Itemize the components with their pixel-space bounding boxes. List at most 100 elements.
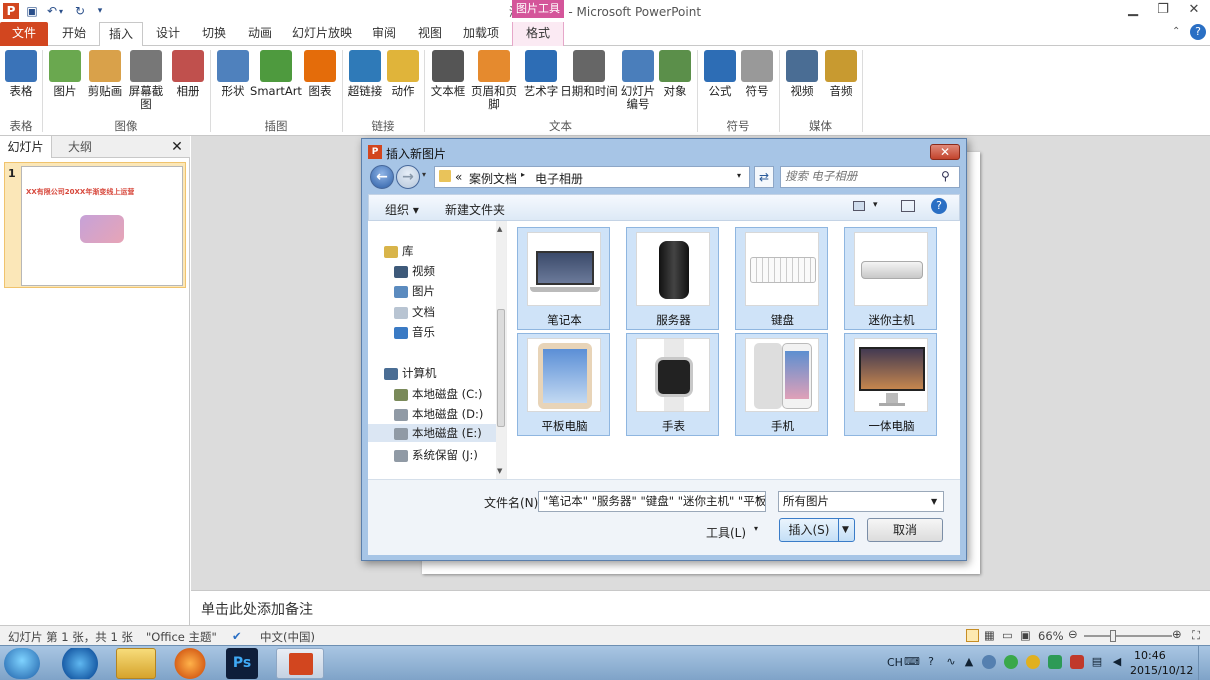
tab-animations[interactable]: 动画 bbox=[238, 22, 282, 46]
slide-thumbnail[interactable]: 1 XX有限公司20XX年渐变线上运营 bbox=[4, 162, 186, 288]
tools-menu[interactable]: 工具(L) bbox=[706, 524, 746, 541]
powerpoint-icon[interactable] bbox=[276, 648, 324, 679]
help-icon[interactable]: ? bbox=[1190, 24, 1206, 40]
ribbon-button-chart[interactable]: 图表 bbox=[300, 48, 340, 98]
file-type-select[interactable]: 所有图片 ▼ bbox=[778, 491, 944, 512]
ribbon-button-header-footer[interactable]: 页眉和页脚 bbox=[466, 48, 522, 111]
show-hidden-icon[interactable]: ▲ bbox=[962, 655, 976, 669]
help-tray-icon[interactable]: ? bbox=[924, 655, 938, 669]
restore-icon[interactable]: ❐ bbox=[1150, 2, 1176, 20]
photoshop-icon[interactable]: Ps bbox=[226, 648, 258, 679]
start-orb-icon[interactable] bbox=[4, 648, 40, 679]
scroll-down-icon[interactable]: ▼ bbox=[497, 467, 502, 475]
ribbon-button-hyperlink[interactable]: 超链接 bbox=[344, 48, 386, 98]
scroll-thumb[interactable] bbox=[497, 309, 505, 427]
tree-item[interactable]: 图片 bbox=[394, 283, 435, 299]
file-tile[interactable]: 平板电脑 bbox=[517, 333, 610, 436]
file-tile[interactable]: 一体电脑 bbox=[844, 333, 937, 436]
reading-view-icon[interactable]: ▭ bbox=[1002, 628, 1013, 642]
slideshow-icon[interactable]: ▣ bbox=[1020, 628, 1031, 642]
address-segment-case-docs[interactable]: 案例文档 bbox=[469, 170, 517, 187]
zoom-slider[interactable] bbox=[1084, 630, 1172, 642]
tree-item[interactable]: 文档 bbox=[394, 304, 435, 320]
zoom-slider-thumb[interactable] bbox=[1110, 630, 1116, 642]
ribbon-button-audio[interactable]: 音频 bbox=[821, 48, 861, 98]
cancel-button[interactable]: 取消 bbox=[867, 518, 943, 542]
ribbon-button-object[interactable]: 对象 bbox=[656, 48, 694, 98]
ribbon-button-slide-number[interactable]: 幻灯片 编号 bbox=[618, 48, 658, 111]
ie-icon[interactable] bbox=[60, 648, 100, 679]
tab-review[interactable]: 审阅 bbox=[362, 22, 406, 46]
address-segment-album[interactable]: 电子相册 bbox=[535, 170, 583, 187]
tree-item[interactable]: 计算机 bbox=[384, 365, 437, 381]
qq-user-icon[interactable] bbox=[982, 655, 996, 669]
customize-icon[interactable]: ▾ bbox=[92, 3, 108, 19]
search-box[interactable]: ⚲ bbox=[780, 166, 960, 188]
keyboard-icon[interactable]: ⌨ bbox=[904, 655, 920, 669]
fit-slide-icon[interactable]: ⛶ bbox=[1192, 628, 1200, 643]
insert-button[interactable]: 插入(S) ▼ bbox=[779, 518, 855, 542]
tab-file[interactable]: 文件 bbox=[0, 22, 48, 46]
forward-icon[interactable]: → bbox=[396, 165, 420, 189]
ime-icon[interactable]: ∿ bbox=[944, 655, 958, 669]
address-bar[interactable]: « 案例文档 ▸ 电子相册 ▾ bbox=[434, 166, 750, 188]
tab-design[interactable]: 设计 bbox=[146, 22, 190, 46]
tab-slideshow[interactable]: 幻灯片放映 bbox=[284, 22, 360, 46]
tree-item[interactable]: 本地磁盘 (D:) bbox=[394, 406, 483, 422]
file-tile[interactable]: 迷你主机 bbox=[844, 227, 937, 330]
ribbon-button-video[interactable]: 视频 bbox=[783, 48, 821, 98]
tab-insert[interactable]: 插入 bbox=[99, 22, 143, 47]
tab-transitions[interactable]: 切换 bbox=[192, 22, 236, 46]
ribbon-button-smartart[interactable]: SmartArt bbox=[250, 48, 302, 98]
tree-item[interactable]: 音乐 bbox=[394, 324, 435, 340]
history-dropdown-icon[interactable]: ▾ bbox=[422, 170, 426, 179]
zoom-out-icon[interactable]: ⊖ bbox=[1068, 627, 1078, 641]
tree-item[interactable]: 系统保留 (J:) bbox=[394, 447, 478, 463]
tree-scrollbar[interactable]: ▲ ▼ bbox=[496, 221, 506, 479]
close-icon[interactable]: ✕ bbox=[1181, 2, 1207, 20]
language[interactable]: 中文(中国) bbox=[260, 629, 315, 645]
file-tile[interactable]: 手表 bbox=[626, 333, 719, 436]
ribbon-button-symbol[interactable]: 符号 bbox=[738, 48, 776, 98]
tab-format[interactable]: 格式 bbox=[512, 22, 564, 46]
tree-item[interactable]: 本地磁盘 (C:) bbox=[394, 386, 483, 402]
tree-item[interactable]: 库 bbox=[384, 243, 414, 259]
close-icon[interactable]: ✕ bbox=[166, 136, 188, 158]
alert-icon[interactable] bbox=[1070, 655, 1084, 669]
view-mode-dropdown-icon[interactable]: ▾ bbox=[873, 200, 878, 210]
redo-icon[interactable]: ↻ bbox=[72, 3, 88, 19]
tree-item[interactable]: 本地磁盘 (E:) bbox=[368, 424, 496, 442]
qq-icon[interactable] bbox=[1026, 655, 1040, 669]
tab-addins[interactable]: 加载项 bbox=[456, 22, 506, 46]
input-language[interactable]: CH bbox=[887, 656, 903, 669]
zoom-level[interactable]: 66% bbox=[1038, 629, 1064, 643]
spellcheck-icon[interactable]: ✔ bbox=[232, 629, 242, 643]
save-icon[interactable]: ▣ bbox=[24, 3, 40, 19]
tab-home[interactable]: 开始 bbox=[52, 22, 96, 46]
undo-dropdown-icon[interactable]: ▾ bbox=[56, 3, 66, 19]
show-desktop-button[interactable] bbox=[1198, 646, 1208, 680]
green-plus-icon[interactable] bbox=[1004, 655, 1018, 669]
tab-slides[interactable]: 幻灯片 bbox=[0, 136, 52, 158]
new-folder-button[interactable]: 新建文件夹 bbox=[445, 201, 505, 218]
scroll-up-icon[interactable]: ▲ bbox=[497, 225, 502, 233]
search-input[interactable] bbox=[785, 169, 935, 185]
help-minimize-icon[interactable]: ▁ bbox=[1120, 2, 1146, 20]
ribbon-button-clipart[interactable]: 剪贴画 bbox=[84, 48, 126, 98]
address-dropdown-icon[interactable]: ▾ bbox=[737, 171, 741, 180]
ribbon-button-picture[interactable]: 图片 bbox=[45, 48, 85, 98]
normal-view-icon[interactable] bbox=[966, 629, 979, 642]
media-player-icon[interactable] bbox=[170, 648, 210, 679]
ribbon-button-shapes[interactable]: 形状 bbox=[214, 48, 252, 98]
tools-dropdown-icon[interactable]: ▾ bbox=[754, 524, 758, 533]
notes-pane[interactable]: 单击此处添加备注 bbox=[191, 590, 1210, 625]
refresh-icon[interactable]: ⇄ bbox=[754, 166, 774, 188]
file-tile[interactable]: 键盘 bbox=[735, 227, 828, 330]
view-mode-icon[interactable] bbox=[853, 201, 865, 211]
insert-dropdown-icon[interactable]: ▼ bbox=[842, 519, 849, 541]
filename-input[interactable]: "笔记本" "服务器" "键盘" "迷你主机" "平板电 bbox=[538, 491, 766, 512]
tree-item[interactable]: 视频 bbox=[394, 263, 435, 279]
ribbon-button-wordart[interactable]: 艺术字 bbox=[522, 48, 560, 98]
filename-dropdown-icon[interactable]: ▾ bbox=[756, 494, 760, 503]
help-icon[interactable]: ? bbox=[931, 198, 947, 214]
